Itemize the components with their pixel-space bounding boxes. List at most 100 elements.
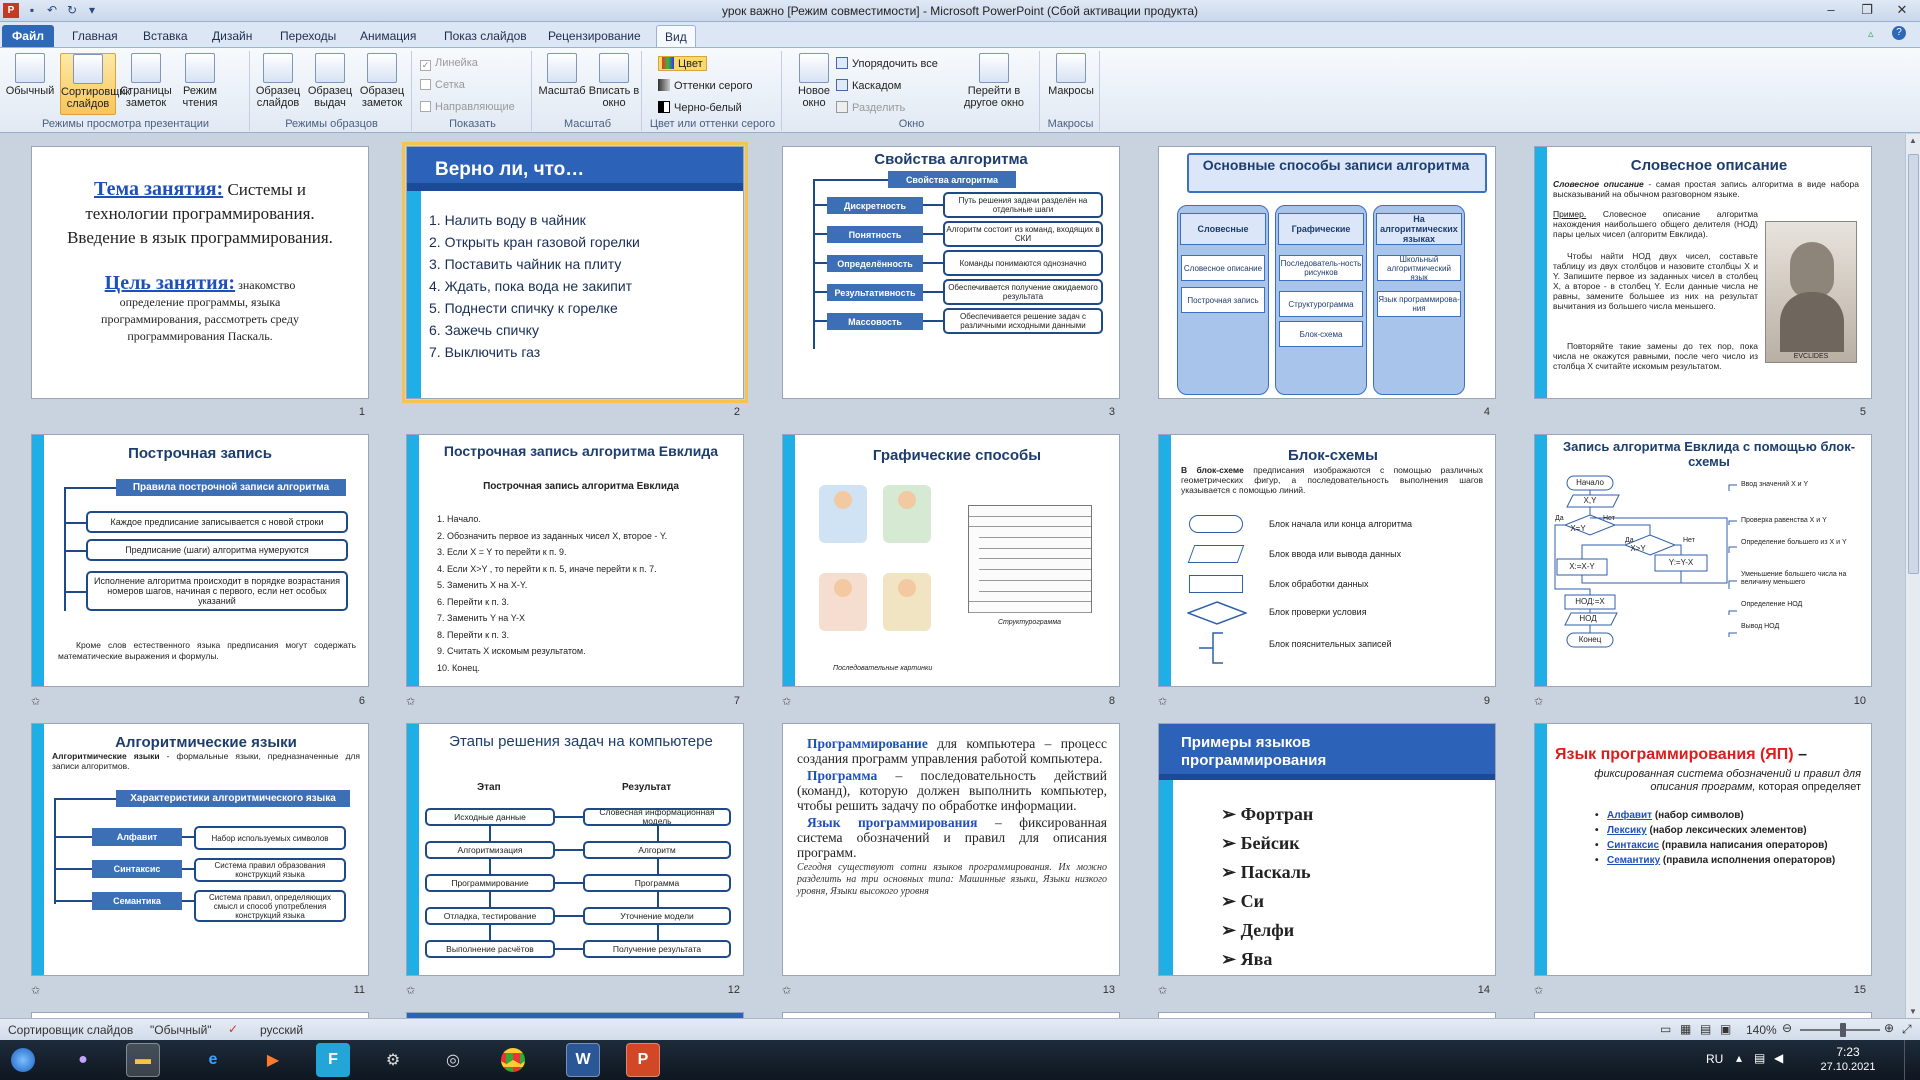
word-icon[interactable]: W	[566, 1043, 600, 1077]
slide-10[interactable]: Запись алгоритма Евклида с помощью блок-…	[1534, 434, 1872, 687]
tab-home[interactable]: Главная	[64, 25, 126, 47]
tray-arrow-icon[interactable]: ▴	[1736, 1051, 1742, 1065]
tab-file[interactable]: Файл	[2, 25, 54, 47]
powerpoint-icon[interactable]: P	[626, 1043, 660, 1077]
slide-master-button[interactable]: Образец слайдов	[252, 53, 304, 109]
scroll-up-icon[interactable]: ▲	[1909, 136, 1917, 145]
new-window-button[interactable]: Новое окно	[788, 53, 840, 109]
grayscale-button[interactable]: Оттенки серого	[658, 79, 752, 92]
status-language[interactable]: русский	[260, 1023, 303, 1037]
color-button[interactable]: Цвет	[658, 56, 707, 71]
macros-button[interactable]: Макросы	[1045, 53, 1097, 97]
transition-star-icon[interactable]: ✩	[31, 695, 40, 708]
transition-star-icon[interactable]: ✩	[782, 984, 791, 997]
clock-time[interactable]: 7:23	[1818, 1045, 1878, 1059]
minimize-icon[interactable]: –	[1813, 0, 1849, 20]
show-desktop-button[interactable]	[1904, 1040, 1920, 1080]
handout-master-button[interactable]: Образец выдач	[304, 53, 356, 109]
tab-transitions[interactable]: Переходы	[272, 25, 344, 47]
zoom-in-icon[interactable]: ⊕	[1884, 1021, 1894, 1035]
sorter-view-status-icon[interactable]: ▦	[1680, 1022, 1691, 1036]
app-f-icon[interactable]: F	[316, 1043, 350, 1077]
chrome-icon[interactable]	[496, 1043, 530, 1077]
normal-view-status-icon[interactable]: ▭	[1660, 1022, 1671, 1036]
transition-star-icon[interactable]: ✩	[1534, 984, 1543, 997]
alice-icon[interactable]: ●	[66, 1043, 100, 1077]
tab-design[interactable]: Дизайн	[204, 25, 260, 47]
cascade-button[interactable]: Каскадом	[836, 79, 901, 92]
media-player-icon[interactable]: ▶	[256, 1043, 290, 1077]
slide-9[interactable]: Блок-схемы В блок-схеме предписания изоб…	[1158, 434, 1496, 687]
slide-number: 11	[353, 984, 365, 996]
io-shape	[1187, 545, 1245, 563]
transition-star-icon[interactable]: ✩	[1534, 695, 1543, 708]
slide-7[interactable]: Построчная запись алгоритма Евклида Пост…	[406, 434, 744, 687]
internet-explorer-icon[interactable]: e	[196, 1043, 230, 1077]
slide-15[interactable]: Язык программирования (ЯП) – фиксированн…	[1534, 723, 1872, 976]
volume-icon[interactable]: ◀	[1774, 1051, 1783, 1065]
split-button[interactable]: Разделить	[836, 101, 905, 114]
slide-3[interactable]: Свойства алгоритма Свойства алгоритма Ди…	[782, 146, 1120, 399]
transition-star-icon[interactable]: ✩	[31, 984, 40, 997]
tab-insert[interactable]: Вставка	[135, 25, 196, 47]
transition-star-icon[interactable]: ✩	[782, 695, 791, 708]
switch-windows-button[interactable]: Перейти в другое окно	[952, 53, 1036, 109]
slide-12[interactable]: Этапы решения задач на компьютере Этап Р…	[406, 723, 744, 976]
minimize-ribbon-icon[interactable]: ▵	[1868, 27, 1874, 40]
tab-review[interactable]: Рецензирование	[540, 25, 649, 47]
close-icon[interactable]: ✕	[1884, 0, 1920, 20]
zoom-slider-thumb[interactable]	[1840, 1023, 1846, 1037]
reading-view-button[interactable]: Режим чтения	[174, 53, 226, 109]
file-explorer-icon[interactable]: ▬	[126, 1043, 160, 1077]
slide-sorter-button[interactable]: Сортировщик слайдов	[60, 53, 130, 115]
slide-13[interactable]: Программирование для компьютера – процес…	[782, 723, 1120, 976]
fit-to-window-button[interactable]: Вписать в окно	[588, 53, 640, 109]
black-white-button[interactable]: Черно-белый	[658, 101, 742, 114]
slide-14[interactable]: Примеры языков программирования ➢ Фортра…	[1158, 723, 1496, 976]
slide-2[interactable]: Верно ли, что… 1. Налить воду в чайник 2.…	[402, 142, 748, 403]
properties-header: Свойства алгоритма	[888, 171, 1016, 188]
transition-star-icon[interactable]: ✩	[1158, 695, 1167, 708]
transition-star-icon[interactable]: ✩	[1158, 984, 1167, 997]
fit-slide-icon[interactable]: ⤢	[1902, 1022, 1912, 1037]
slide-6[interactable]: Построчная запись Правила построчной зап…	[31, 434, 369, 687]
slideshow-status-icon[interactable]: ▣	[1720, 1022, 1731, 1036]
obs-icon[interactable]: ◎	[436, 1043, 470, 1077]
clock-date[interactable]: 27.10.2021	[1810, 1061, 1886, 1073]
zoom-out-icon[interactable]: ⊖	[1782, 1021, 1792, 1035]
zoom-button[interactable]: Масштаб	[536, 53, 588, 97]
component-item: • Алфавит (набор символов)	[1595, 810, 1744, 821]
method-item: Язык программирова-ния	[1377, 291, 1461, 317]
scrollbar-thumb[interactable]	[1908, 154, 1919, 574]
status-theme[interactable]: "Обычный"	[150, 1023, 212, 1037]
start-icon[interactable]	[6, 1043, 40, 1077]
transition-star-icon[interactable]: ✩	[406, 984, 415, 997]
slide-5[interactable]: Словесное описание Словесное описание - …	[1534, 146, 1872, 399]
arrange-all-button[interactable]: Упорядочить все	[836, 57, 938, 70]
notes-page-button[interactable]: Страницы заметок	[120, 53, 172, 109]
network-icon[interactable]: ▤	[1754, 1051, 1765, 1065]
guides-checkbox[interactable]: Направляющие	[420, 101, 515, 113]
transition-star-icon[interactable]: ✩	[406, 695, 415, 708]
slide-4[interactable]: Основные способы записи алгоритма Словес…	[1158, 146, 1496, 399]
zoom-level[interactable]: 140%	[1746, 1023, 1777, 1037]
tab-slideshow[interactable]: Показ слайдов	[436, 25, 535, 47]
normal-view-button[interactable]: Обычный	[4, 53, 56, 97]
slide-8[interactable]: Графические способы Последовательные кар…	[782, 434, 1120, 687]
maximize-icon[interactable]: ❐	[1849, 0, 1885, 20]
vertical-scrollbar[interactable]: ▲ ▼	[1905, 134, 1920, 1018]
spellcheck-icon[interactable]: ✓	[228, 1022, 238, 1036]
reading-view-status-icon[interactable]: ▤	[1700, 1022, 1711, 1036]
tab-view[interactable]: Вид	[656, 25, 696, 47]
tab-animation[interactable]: Анимация	[352, 25, 424, 47]
slide-11[interactable]: Алгоритмические языки Алгоритмические яз…	[31, 723, 369, 976]
steam-icon[interactable]: ⚙	[376, 1043, 410, 1077]
ruler-checkbox[interactable]: ✓ Линейка	[420, 57, 478, 71]
bullet-icon: •	[1595, 855, 1599, 866]
notes-master-button[interactable]: Образец заметок	[356, 53, 408, 109]
slide-1[interactable]: Тема занятия: Системы и технологии прогр…	[31, 146, 369, 399]
scroll-down-icon[interactable]: ▼	[1909, 1007, 1917, 1016]
grid-checkbox[interactable]: Сетка	[420, 79, 465, 91]
help-icon[interactable]: ?	[1892, 26, 1906, 40]
language-indicator[interactable]: RU	[1706, 1052, 1723, 1066]
